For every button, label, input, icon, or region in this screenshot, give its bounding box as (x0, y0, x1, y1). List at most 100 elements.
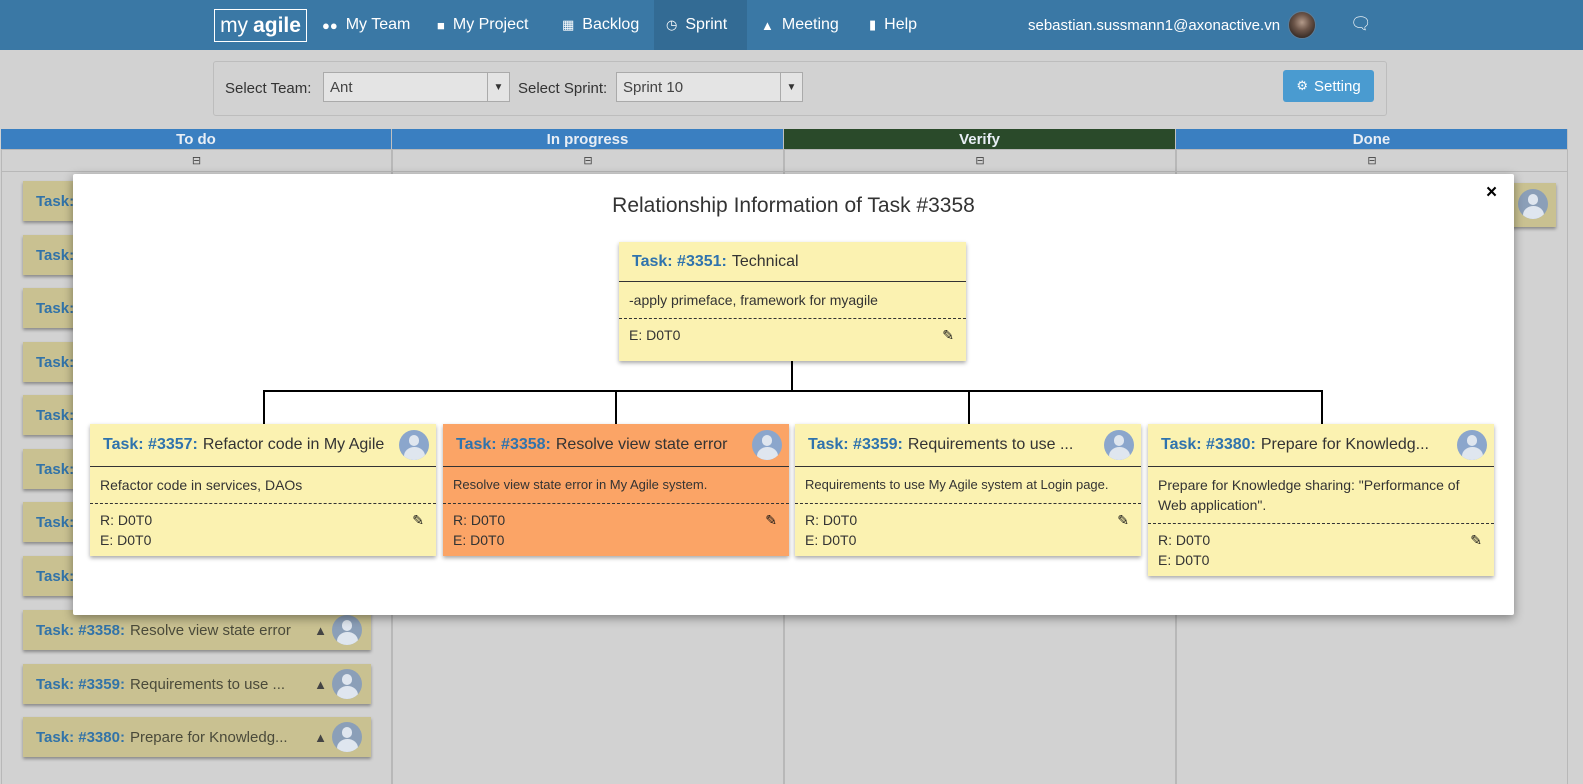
setting-button-label: Setting (1313, 77, 1361, 95)
task-estimate: E: D0T0 (1158, 552, 1210, 568)
nav-my-team-label: My Team (345, 16, 411, 33)
team-select[interactable]: Ant ▼ (323, 72, 510, 102)
task-estimate: E: D0T0 (100, 532, 152, 548)
task-card[interactable]: Task: #3359: Requirements to use ... ▲ (23, 664, 371, 704)
task-id-link[interactable]: Task: #3357: (103, 436, 198, 454)
avatar (399, 430, 429, 460)
task-id-link[interactable]: Task: #3351: (632, 253, 727, 271)
current-task-card[interactable]: Task: #3358: Resolve view state error Reso… (443, 424, 789, 556)
task-id-link[interactable]: Task: (36, 193, 74, 210)
collapse-icon[interactable]: ⊟ (1176, 149, 1568, 172)
child-task-card[interactable]: Task: #3359: Requirements to use ... Requi… (795, 424, 1141, 556)
tree-connector (791, 361, 793, 391)
sitemap-icon[interactable]: ▲ (314, 623, 327, 638)
collapse-icon[interactable]: ⊟ (784, 149, 1176, 172)
tree-connector (1321, 390, 1323, 424)
clock-icon: ◷ (666, 17, 678, 32)
user-email[interactable]: sebastian.sussmann1@axonactive.vn (1028, 0, 1280, 50)
avatar (752, 430, 782, 460)
users-icon: ●● (322, 17, 338, 33)
chevron-down-icon[interactable]: ▼ (780, 73, 802, 101)
filter-bar: Select Team: Ant ▼ Select Sprint: Sprint… (213, 61, 1387, 116)
task-id-link[interactable]: Task: (36, 461, 74, 478)
top-navbar: my agile ●● My Team ■ My Project ▦ Backlo… (0, 0, 1583, 50)
task-id-link[interactable]: Task: (36, 407, 74, 424)
task-id-link[interactable]: Task: (36, 354, 74, 371)
logo-my: my (220, 13, 249, 37)
child-task-card[interactable]: Task: #3357: Refactor code in My Agile Ref… (90, 424, 436, 556)
task-remaining: R: D0T0 (1158, 532, 1211, 548)
gears-icon: ⚙ (1296, 78, 1308, 93)
task-description: -apply primeface, framework for myagile (619, 282, 966, 319)
nav-sprint[interactable]: ◷ Sprint (654, 0, 747, 50)
avatar (1518, 189, 1548, 219)
close-icon[interactable]: × (1486, 182, 1497, 204)
task-title: Technical (731, 252, 799, 270)
chat-icon[interactable]: 🗨 (1350, 14, 1372, 34)
app-logo[interactable]: my agile (214, 9, 307, 42)
task-id-link[interactable]: Task: #3358: (456, 436, 551, 454)
task-title: Resolve view state error (129, 621, 291, 639)
tree-connector (968, 390, 970, 424)
nav-help-label: Help (884, 16, 918, 33)
avatar (1457, 430, 1487, 460)
task-id-link[interactable]: Task: #3380: (36, 729, 125, 746)
task-id-link[interactable]: Task: #3359: (808, 436, 903, 454)
avatar (332, 615, 362, 645)
task-description: Requirements to use My Agile system at L… (795, 467, 1141, 504)
task-estimate: E: D0T0 (453, 532, 505, 548)
task-id-link[interactable]: Task: (36, 247, 74, 264)
pencil-icon[interactable]: ✎ (1470, 530, 1482, 550)
sitemap-icon[interactable]: ▲ (314, 677, 327, 692)
task-header: Task: #3380: Prepare for Knowledg... (1148, 424, 1494, 467)
nav-meeting[interactable]: ▲ Meeting (749, 0, 851, 50)
nav-backlog[interactable]: ▦ Backlog (550, 0, 651, 50)
avatar (1104, 430, 1134, 460)
task-description: Prepare for Knowledge sharing: "Performa… (1148, 467, 1494, 524)
sprint-select[interactable]: Sprint 10 ▼ (616, 72, 803, 102)
book-icon: ▮ (869, 17, 877, 32)
task-id-link[interactable]: Task: (36, 568, 74, 585)
task-header: Task: #3359: Requirements to use ... (795, 424, 1141, 467)
chevron-down-icon[interactable]: ▼ (487, 73, 509, 101)
task-title: Resolve view state error (555, 436, 728, 453)
sitemap-icon[interactable]: ▲ (314, 730, 327, 745)
nav-my-project[interactable]: ■ My Project (425, 0, 540, 50)
tree-connector (263, 390, 1323, 392)
parent-task-header: Task: #3351: Technical (619, 242, 966, 282)
task-title: Refactor code in My Agile (202, 436, 385, 453)
nav-my-team[interactable]: ●● My Team (310, 0, 422, 50)
pencil-icon[interactable]: ✎ (1117, 510, 1129, 530)
task-title: Requirements to use ... (907, 436, 1074, 453)
sitemap-icon: ▲ (761, 17, 774, 33)
sprint-label: Select Sprint: (518, 80, 608, 97)
avatar (332, 669, 362, 699)
task-card[interactable]: Task: #3380: Prepare for Knowledg... ▲ (23, 717, 371, 757)
task-id-link[interactable]: Task: (36, 514, 74, 531)
column-header: To do (1, 129, 392, 149)
task-card[interactable]: Task: #3358: Resolve view state error ▲ (23, 610, 371, 650)
tree-connector (263, 390, 265, 424)
task-id-link[interactable]: Task: #3380: (1161, 436, 1256, 454)
nav-sprint-label: Sprint (685, 16, 728, 33)
folder-icon: ■ (437, 17, 445, 33)
task-header: Task: #3357: Refactor code in My Agile (90, 424, 436, 467)
task-footer: R: D0T0 E: D0T0 ✎ (90, 504, 436, 556)
setting-button[interactable]: ⚙ Setting (1283, 70, 1374, 102)
user-avatar[interactable] (1288, 11, 1316, 39)
done-card-partial[interactable] (1508, 183, 1556, 227)
modal-title: Relationship Information of Task #3358 (612, 194, 975, 217)
task-id-link[interactable]: Task: #3358: (36, 622, 125, 639)
pencil-icon[interactable]: ✎ (412, 510, 424, 530)
nav-backlog-label: Backlog (582, 16, 640, 33)
collapse-icon[interactable]: ⊟ (392, 149, 784, 172)
pencil-icon[interactable]: ✎ (942, 325, 954, 345)
collapse-icon[interactable]: ⊟ (1, 149, 392, 172)
parent-task-card[interactable]: Task: #3351: Technical -apply primeface,… (619, 242, 966, 361)
task-id-link[interactable]: Task: (36, 300, 74, 317)
task-remaining: R: D0T0 (100, 512, 153, 528)
nav-help[interactable]: ▮ Help (857, 0, 929, 50)
child-task-card[interactable]: Task: #3380: Prepare for Knowledg... Prepa… (1148, 424, 1494, 576)
task-id-link[interactable]: Task: #3359: (36, 676, 125, 693)
pencil-icon[interactable]: ✎ (765, 510, 777, 530)
